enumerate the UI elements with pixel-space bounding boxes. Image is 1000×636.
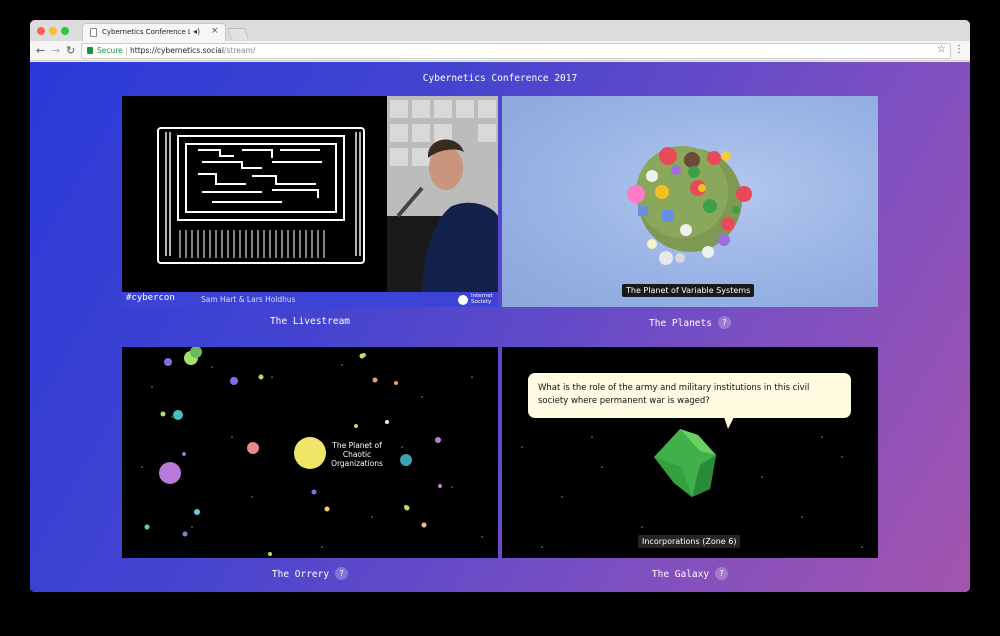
speaker-icon[interactable]: ◂) xyxy=(193,27,200,36)
orrery-label[interactable]: The Orrery? xyxy=(122,567,498,580)
galaxy-view[interactable]: What is the role of the army and militar… xyxy=(502,347,878,558)
maximize-window-button[interactable] xyxy=(61,27,69,35)
divider xyxy=(126,47,127,56)
logo-line-2: Society xyxy=(471,299,492,305)
page-content: Cybernetics Conference 2017 #cybercon Sa… xyxy=(30,62,970,592)
question-speech-bubble: What is the role of the army and militar… xyxy=(528,373,851,418)
help-icon[interactable]: ? xyxy=(715,567,729,580)
secure-label: Secure xyxy=(97,46,123,55)
orrery-scene xyxy=(141,347,483,556)
close-window-button[interactable] xyxy=(37,27,45,35)
hashtag: #cybercon xyxy=(126,293,175,303)
menu-dots-icon[interactable]: ⋮ xyxy=(954,44,964,55)
planets-view[interactable]: The Planet of Variable Systems xyxy=(502,96,878,307)
livestream-title: The Livestream xyxy=(269,316,351,327)
livestream-info-bar: #cybercon Sam Hart & Lars Holdhus Intern… xyxy=(122,292,498,307)
planet-caption: The Planet of Variable Systems xyxy=(622,284,755,297)
livestream-frame xyxy=(122,96,498,292)
planet-scene xyxy=(627,146,752,265)
orrery-planet-label: The Planet of Chaotic Organizations xyxy=(331,441,383,468)
browser-window: Cybernetics Conference Li ◂) × ← → ↻ Sec… xyxy=(30,20,970,592)
help-icon[interactable]: ? xyxy=(717,316,731,329)
page-title: Cybernetics Conference 2017 xyxy=(422,73,578,84)
close-tab-icon[interactable]: × xyxy=(211,26,219,36)
speaker-names: Sam Hart & Lars Holdhus xyxy=(201,295,296,304)
zone-caption: Incorporations (Zone 6) xyxy=(638,535,741,548)
back-arrow-icon[interactable]: ← xyxy=(36,44,45,58)
galaxy-title: The Galaxy xyxy=(651,569,710,580)
url-text[interactable]: https://cybernetics.social/stream/ xyxy=(130,46,255,55)
url-path: /stream/ xyxy=(223,46,256,55)
reload-icon[interactable]: ↻ xyxy=(66,44,75,58)
help-icon[interactable]: ? xyxy=(335,567,349,580)
planets-title: The Planets xyxy=(649,318,712,329)
livestream-video[interactable]: #cybercon Sam Hart & Lars Holdhus Intern… xyxy=(122,96,498,307)
forward-arrow-icon[interactable]: → xyxy=(51,44,60,58)
tab-strip: Cybernetics Conference Li ◂) × xyxy=(30,20,970,42)
livestream-label[interactable]: The Livestream xyxy=(122,316,498,327)
new-tab-button[interactable] xyxy=(227,28,249,40)
internet-society-logo xyxy=(458,295,468,305)
browser-tab[interactable]: Cybernetics Conference Li ◂) × xyxy=(82,23,226,42)
url-host: https://cybernetics.social xyxy=(130,46,224,55)
tab-title: Cybernetics Conference Li xyxy=(102,28,190,36)
orrery-view[interactable]: The Planet of Chaotic Organizations xyxy=(122,347,498,558)
minimize-window-button[interactable] xyxy=(49,27,57,35)
planets-label[interactable]: The Planets? xyxy=(502,316,878,329)
galaxy-label[interactable]: The Galaxy? xyxy=(502,567,878,580)
browser-toolbar: ← → ↻ Secure https://cybernetics.social/… xyxy=(30,41,970,61)
address-bar[interactable]: Secure https://cybernetics.social/stream… xyxy=(81,43,951,59)
lock-icon xyxy=(87,47,93,54)
orrery-title: The Orrery xyxy=(271,569,330,580)
bookmark-star-icon[interactable]: ☆ xyxy=(937,44,946,55)
page-icon xyxy=(90,28,97,37)
speech-bubble-tail xyxy=(724,417,734,429)
internet-society-label: Internet Society xyxy=(471,293,493,305)
